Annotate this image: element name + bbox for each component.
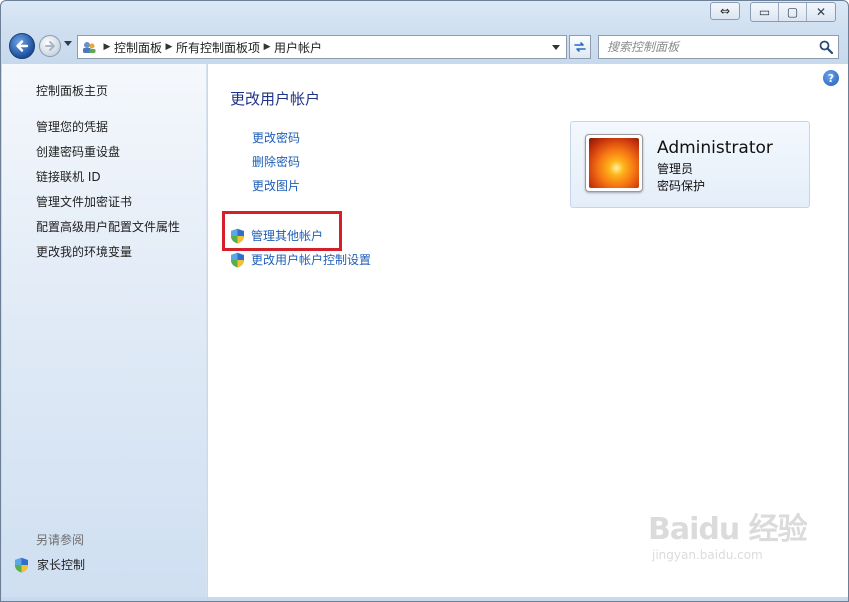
baidu-watermark: Baidu 经验 jingyan.baidu.com [648,504,818,584]
breadcrumb-separator[interactable]: ▶ [100,42,114,52]
breadcrumb-separator[interactable]: ▶ [260,42,274,52]
minimize-button[interactable]: ▭ [751,3,779,21]
back-button[interactable] [9,33,35,59]
maximize-icon: ▢ [786,5,799,19]
maximize-button[interactable]: ▢ [779,3,807,21]
window-controls: ▭ ▢ ✕ [750,2,836,22]
sidebar-environment-variables[interactable]: 更改我的环境变量 [36,243,132,260]
flower-picture [589,138,639,188]
snap-button[interactable]: ⇔ [710,2,740,20]
minimize-icon: ▭ [758,5,771,19]
main-content: ? 更改用户帐户 更改密码 删除密码 更改图片 管理其他帐户 更改用户帐户控制设… [208,64,848,597]
uac-settings-link[interactable]: 更改用户帐户控制设置 [230,251,371,268]
address-bar[interactable]: ▶ 控制面板 ▶ 所有控制面板项 ▶ 用户帐户 [77,35,567,59]
avatar [585,134,643,192]
sidebar-create-reset-disk[interactable]: 创建密码重设盘 [36,143,120,160]
breadcrumb-control-panel[interactable]: 控制面板 [114,39,162,56]
uac-shield-icon [231,252,244,267]
search-icon[interactable] [818,39,834,55]
forward-arrow-icon [45,41,55,51]
search-box[interactable] [598,35,839,59]
search-input[interactable] [607,40,807,54]
close-button[interactable]: ✕ [807,3,835,21]
watermark-url: jingyan.baidu.com [652,548,763,562]
address-dropdown-icon[interactable] [552,45,560,50]
user-role: 管理员 [657,162,694,176]
sidebar-advanced-profile-properties[interactable]: 配置高级用户配置文件属性 [36,218,180,235]
back-arrow-icon [16,40,29,52]
recent-pages-dropdown[interactable] [64,41,72,46]
control-panel-icon [78,36,100,58]
password-status: 密码保护 [657,179,706,193]
help-icon[interactable]: ? [823,70,839,86]
uac-shield-icon [15,557,28,572]
close-icon: ✕ [815,5,827,19]
highlight-box [222,211,342,251]
user-name: Administrator [657,138,773,158]
task-sidebar: 控制面板主页 管理您的凭据 创建密码重设盘 链接联机 ID 管理文件加密证书 配… [2,64,207,597]
breadcrumb-user-accounts[interactable]: 用户帐户 [274,39,322,56]
sidebar-link-online-id[interactable]: 链接联机 ID [36,168,101,185]
sidebar-parental-controls[interactable]: 家长控制 [14,556,85,573]
caption-buttons: ⇔ ▭ ▢ ✕ [710,2,836,22]
forward-button[interactable] [39,35,61,57]
sidebar-manage-encryption-certs[interactable]: 管理文件加密证书 [36,193,132,210]
navigation-bar: ▶ 控制面板 ▶ 所有控制面板项 ▶ 用户帐户 [1,31,848,63]
sidebar-manage-credentials[interactable]: 管理您的凭据 [36,118,108,135]
snap-icon: ⇔ [719,4,731,18]
watermark-logo: Baidu 经验 [648,512,808,547]
change-password-link[interactable]: 更改密码 [252,129,300,146]
parental-controls-label[interactable]: 家长控制 [37,556,85,573]
breadcrumb-all-items[interactable]: 所有控制面板项 [176,39,260,56]
refresh-icon [574,42,586,52]
refresh-button[interactable] [569,35,591,59]
control-panel-window: ⇔ ▭ ▢ ✕ ▶ 控制面板 ▶ 所有控制面板项 ▶ 用户帐户 搜索控制面板 控… [0,0,849,602]
see-also-heading: 另请参阅 [36,533,85,547]
breadcrumb-separator[interactable]: ▶ [162,42,176,52]
uac-settings-label[interactable]: 更改用户帐户控制设置 [251,251,371,268]
sidebar-control-panel-home[interactable]: 控制面板主页 [36,82,108,99]
remove-password-link[interactable]: 删除密码 [252,153,300,170]
user-account-card: Administrator 管理员 密码保护 [570,121,810,208]
page-title: 更改用户帐户 [230,90,321,108]
change-picture-link[interactable]: 更改图片 [252,177,300,194]
